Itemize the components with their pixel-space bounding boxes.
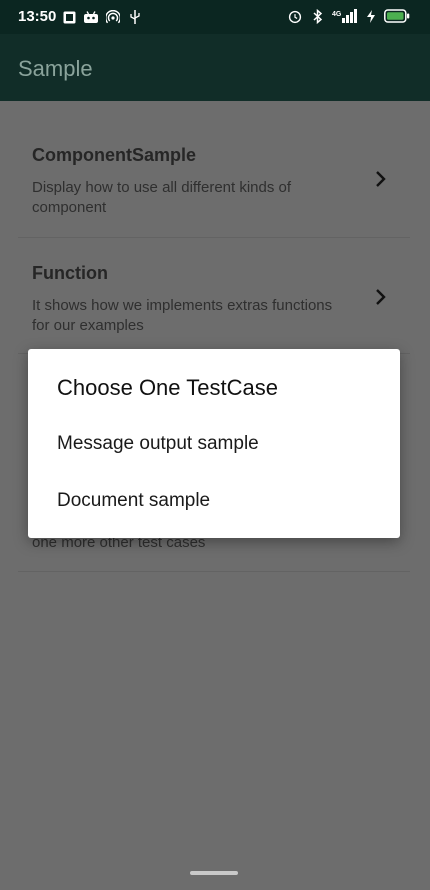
sim-card-icon	[62, 10, 76, 24]
list-item-title: ComponentSample	[32, 145, 197, 165]
option-label: Message output sample	[57, 433, 259, 454]
signal-icon: 4G	[332, 9, 358, 23]
status-time: 13:50	[18, 8, 57, 25]
option-document-sample[interactable]: Document sample	[28, 478, 400, 524]
gesture-navigation-bar[interactable]	[190, 871, 238, 875]
option-message-output-sample[interactable]: Message output sample	[28, 421, 400, 467]
status-bar: 13:50 4G	[0, 0, 430, 34]
app-title: Sample	[18, 56, 93, 81]
list-item-component-sample[interactable]: ComponentSample Display how to use all d…	[18, 101, 410, 238]
hotspot-icon	[106, 10, 120, 24]
dialog-title: Choose One TestCase	[57, 375, 278, 400]
svg-text:4G: 4G	[332, 11, 342, 18]
list-item-title: Function	[32, 263, 108, 283]
android-icon	[84, 10, 98, 24]
battery-icon	[384, 9, 410, 23]
bluetooth-icon	[310, 8, 324, 24]
status-left-icons	[62, 10, 142, 24]
usb-icon	[128, 10, 142, 24]
list-item-function[interactable]: Function It shows how we implements extr…	[18, 237, 410, 354]
list-item-description: Display how to use all different kinds o…	[32, 179, 292, 216]
charging-icon	[366, 9, 376, 23]
app-bar: Sample	[0, 34, 430, 101]
option-label: Document sample	[57, 490, 211, 511]
choose-testcase-dialog: Choose One TestCase Message output sampl…	[28, 349, 400, 538]
chevron-right-icon	[374, 288, 388, 306]
status-right-icons: 4G	[288, 8, 410, 24]
alarm-icon	[288, 9, 302, 23]
chevron-right-icon	[374, 170, 388, 188]
list-item-description: It shows how we implements extras functi…	[32, 297, 333, 334]
